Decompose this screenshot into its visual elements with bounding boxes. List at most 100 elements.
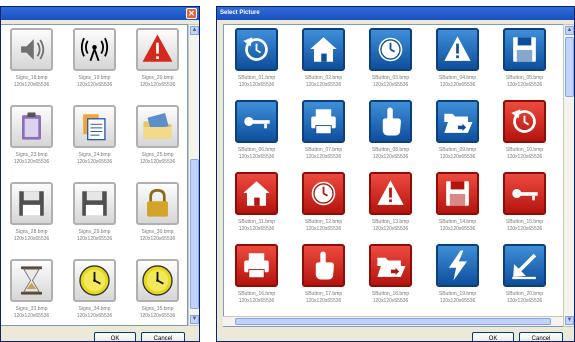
reset-icon xyxy=(235,28,278,71)
picture-filename: SButton_04.bmp xyxy=(438,75,477,81)
lightning-icon xyxy=(436,244,479,287)
picture-filename: SButton_17.bmp xyxy=(304,291,343,297)
picture-item[interactable]: SButton_06.bmp 120x120x65536 xyxy=(225,100,288,177)
picture-filename: Signs_20.bmp xyxy=(141,75,174,81)
home-icon xyxy=(302,28,345,71)
open-folder-icon xyxy=(436,100,479,143)
ok-button[interactable]: OK xyxy=(472,332,514,341)
picture-filename: Signs_24.bmp xyxy=(78,152,111,158)
scroll-up-icon[interactable]: ▲ xyxy=(565,26,574,35)
clock-icon xyxy=(302,172,345,215)
picture-item[interactable]: Signs_30.bmp 120x120x65536 xyxy=(126,182,187,259)
floppy-disk-icon xyxy=(503,28,546,71)
picture-item[interactable]: SButton_19.bmp 120x120x65536 xyxy=(426,244,489,321)
picture-filename: SButton_15.bmp xyxy=(505,219,544,225)
picture-dimensions: 120x120x65536 xyxy=(238,226,275,232)
scrollbar-thumb[interactable] xyxy=(235,318,551,325)
picture-item[interactable]: SButton_01.bmp 120x120x65536 xyxy=(225,28,288,105)
scroll-down-icon[interactable]: ▼ xyxy=(190,315,199,324)
picture-filename: Signs_35.bmp xyxy=(141,306,174,312)
picture-item[interactable]: Signs_28.bmp 120x120x65536 xyxy=(1,182,63,259)
picture-grid[interactable]: SButton_01.bmp 120x120x65536 SButton_02.bm… xyxy=(223,24,564,327)
picture-item[interactable]: SButton_11.bmp 120x120x65536 xyxy=(225,172,288,249)
picture-item[interactable]: Signs_24.bmp 120x120x65536 xyxy=(63,105,126,182)
picture-item[interactable]: SButton_14.bmp 120x120x65536 xyxy=(426,172,489,249)
floppy-disk-icon xyxy=(436,172,479,215)
picture-item[interactable]: Signs_20.bmp 120x120x65536 xyxy=(126,28,187,105)
picture-item[interactable]: Signs_19.bmp 120x120x65536 xyxy=(63,28,126,105)
picture-item[interactable]: Signs_25.bmp 120x120x65536 xyxy=(126,105,187,182)
clock-icon xyxy=(136,259,179,302)
picture-filename: Signs_34.bmp xyxy=(78,306,111,312)
picture-filename: Signs_19.bmp xyxy=(78,75,111,81)
picture-item[interactable]: SButton_09.bmp 120x120x65536 xyxy=(426,100,489,177)
picture-dimensions: 120x120x65536 xyxy=(139,159,176,165)
picture-dimensions: 120x120x65536 xyxy=(76,82,113,88)
picture-item[interactable]: SButton_20.bmp 120x120x65536 xyxy=(493,244,556,321)
picture-item[interactable]: Signs_34.bmp 120x120x65536 xyxy=(63,259,126,325)
key-icon xyxy=(503,172,546,215)
picture-filename: Signs_28.bmp xyxy=(15,229,48,235)
ok-button[interactable]: OK xyxy=(94,332,136,341)
picture-dimensions: 120x120x65536 xyxy=(506,226,543,232)
left-dialog: ✕ Signs_18.bmp 120x120x65536 Signs_19.bmp 1… xyxy=(0,6,200,342)
scrollbar-thumb[interactable] xyxy=(565,37,574,97)
picture-filename: SButton_11.bmp xyxy=(238,219,275,225)
picture-dimensions: 120x120x65536 xyxy=(372,154,409,160)
picture-item[interactable]: Signs_23.bmp 120x120x65536 xyxy=(1,105,63,182)
picture-item[interactable]: SButton_12.bmp 120x120x65536 xyxy=(292,172,355,249)
picture-item[interactable]: Signs_29.bmp 120x120x65536 xyxy=(63,182,126,259)
folder-icon xyxy=(136,105,179,148)
floppy-disk-icon xyxy=(73,182,116,225)
picture-dimensions: 120x120x65536 xyxy=(506,154,543,160)
cancel-button[interactable]: Cancel xyxy=(141,332,185,341)
picture-dimensions: 120x120x65536 xyxy=(372,82,409,88)
open-folder-icon xyxy=(369,244,412,287)
scroll-up-icon[interactable]: ▲ xyxy=(190,26,199,35)
picture-item[interactable]: SButton_15.bmp 120x120x65536 xyxy=(493,172,556,249)
picture-dimensions: 120x120x65536 xyxy=(506,82,543,88)
scroll-down-icon[interactable]: ▼ xyxy=(565,316,574,325)
picture-dimensions: 120x120x65536 xyxy=(76,313,113,319)
picture-item[interactable]: SButton_02.bmp 120x120x65536 xyxy=(292,28,355,105)
picture-item[interactable]: SButton_07.bmp 120x120x65536 xyxy=(292,100,355,177)
picture-item[interactable]: SButton_08.bmp 120x120x65536 xyxy=(359,100,422,177)
printer-icon xyxy=(235,244,278,287)
picture-dimensions: 120x120x65536 xyxy=(439,154,476,160)
warning-icon xyxy=(369,172,412,215)
cancel-button[interactable]: Cancel xyxy=(519,332,563,341)
picture-item[interactable]: Signs_18.bmp 120x120x65536 xyxy=(1,28,63,105)
picture-item[interactable]: SButton_18.bmp 120x120x65536 xyxy=(359,244,422,321)
picture-dimensions: 120x120x65536 xyxy=(139,313,176,319)
select-picture-dialog: Select Picture SButton_01.bmp 120x120x655… xyxy=(216,6,575,342)
picture-item[interactable]: Signs_35.bmp 120x120x65536 xyxy=(126,259,187,325)
vertical-scrollbar[interactable]: ▲ ▼ xyxy=(563,24,574,327)
horizontal-scrollbar[interactable] xyxy=(223,316,563,326)
picture-dimensions: 120x120x65536 xyxy=(372,298,409,304)
picture-filename: SButton_16.bmp xyxy=(237,291,276,297)
picture-item[interactable]: SButton_04.bmp 120x120x65536 xyxy=(426,28,489,105)
left-dialog-titlebar[interactable]: ✕ xyxy=(1,7,199,20)
dialog-titlebar[interactable]: Select Picture xyxy=(217,7,574,20)
picture-dimensions: 120x120x65536 xyxy=(238,298,275,304)
wireless-antenna-icon xyxy=(73,28,116,71)
picture-grid[interactable]: Signs_18.bmp 120x120x65536 Signs_19.bmp 120… xyxy=(1,24,188,326)
picture-dimensions: 120x120x65536 xyxy=(238,82,275,88)
picture-dimensions: 120x120x65536 xyxy=(439,298,476,304)
vertical-scrollbar[interactable]: ▲ ▼ xyxy=(188,24,199,326)
picture-filename: SButton_12.bmp xyxy=(304,219,343,225)
picture-item[interactable]: SButton_17.bmp 120x120x65536 xyxy=(292,244,355,321)
picture-item[interactable]: SButton_03.bmp 120x120x65536 xyxy=(359,28,422,105)
picture-filename: SButton_20.bmp xyxy=(505,291,544,297)
close-icon[interactable]: ✕ xyxy=(186,8,197,19)
picture-item[interactable]: SButton_13.bmp 120x120x65536 xyxy=(359,172,422,249)
picture-item[interactable]: SButton_05.bmp 120x120x65536 xyxy=(493,28,556,105)
padlock-icon xyxy=(136,182,179,225)
scrollbar-thumb[interactable] xyxy=(190,159,199,309)
picture-item[interactable]: SButton_10.bmp 120x120x65536 xyxy=(493,100,556,177)
picture-filename: SButton_07.bmp xyxy=(304,147,343,153)
picture-item[interactable]: Signs_33.bmp 120x120x65536 xyxy=(1,259,63,325)
picture-item[interactable]: SButton_16.bmp 120x120x65536 xyxy=(225,244,288,321)
picture-filename: SButton_05.bmp xyxy=(505,75,544,81)
picture-filename: Signs_33.bmp xyxy=(15,306,48,312)
